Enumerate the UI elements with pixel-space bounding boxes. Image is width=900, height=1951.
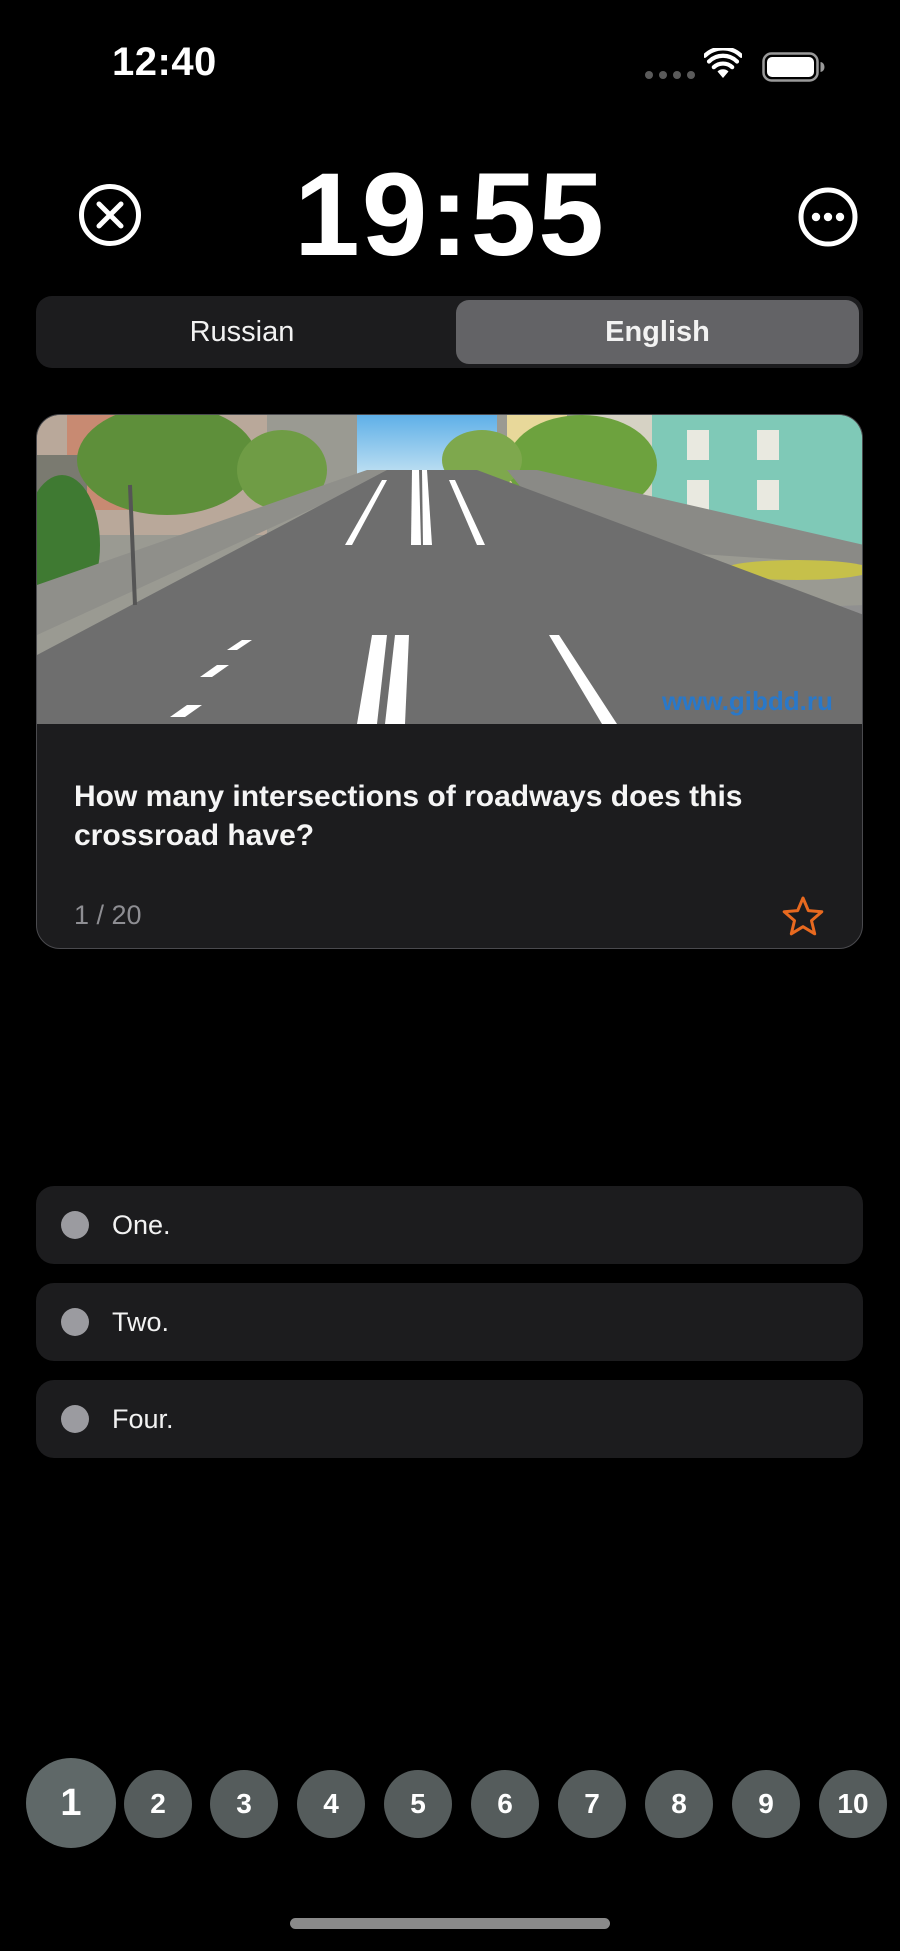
radio-button-icon: [61, 1211, 89, 1239]
answer-option[interactable]: Two.: [36, 1283, 863, 1361]
page-button-6[interactable]: 6: [471, 1770, 539, 1838]
question-text: How many intersections of roadways does …: [74, 780, 743, 852]
language-segmented-control: Russian English: [36, 296, 863, 368]
page-button-1[interactable]: 1: [26, 1758, 116, 1848]
page-button-9[interactable]: 9: [732, 1770, 800, 1838]
answer-label: Four.: [112, 1403, 174, 1434]
page-button-10[interactable]: 10: [819, 1770, 887, 1838]
question-road-image: www.gibdd.ru: [37, 415, 862, 724]
cellular-signal-icon: [645, 71, 695, 79]
countdown-timer: 19:55: [294, 149, 606, 281]
page-button-7[interactable]: 7: [558, 1770, 626, 1838]
page-button-8[interactable]: 8: [645, 1770, 713, 1838]
image-watermark: www.gibdd.ru: [661, 686, 833, 716]
page-button-5[interactable]: 5: [384, 1770, 452, 1838]
answer-label: One.: [112, 1209, 171, 1240]
question-counter: 1 / 20: [74, 900, 142, 930]
wifi-icon: [704, 48, 742, 78]
more-options-icon[interactable]: [798, 187, 858, 247]
page-button-3[interactable]: 3: [210, 1770, 278, 1838]
home-indicator[interactable]: [290, 1918, 610, 1929]
radio-button-icon: [61, 1405, 89, 1433]
page-button-2[interactable]: 2: [124, 1770, 192, 1838]
segment-english[interactable]: English: [456, 300, 859, 364]
question-pager: 1 2 3 4 5 6 7 8 9 10: [26, 1758, 900, 1848]
answer-label: Two.: [112, 1306, 170, 1337]
answer-option[interactable]: Four.: [36, 1380, 863, 1458]
segment-russian[interactable]: Russian: [40, 300, 444, 364]
answer-option[interactable]: One.: [36, 1186, 863, 1264]
status-time: 12:40: [112, 40, 217, 84]
battery-icon: [762, 52, 825, 82]
question-card: www.gibdd.ru How many intersections of r…: [36, 414, 863, 949]
radio-button-icon: [61, 1308, 89, 1336]
page-button-4[interactable]: 4: [297, 1770, 365, 1838]
star-icon[interactable]: [781, 895, 825, 939]
